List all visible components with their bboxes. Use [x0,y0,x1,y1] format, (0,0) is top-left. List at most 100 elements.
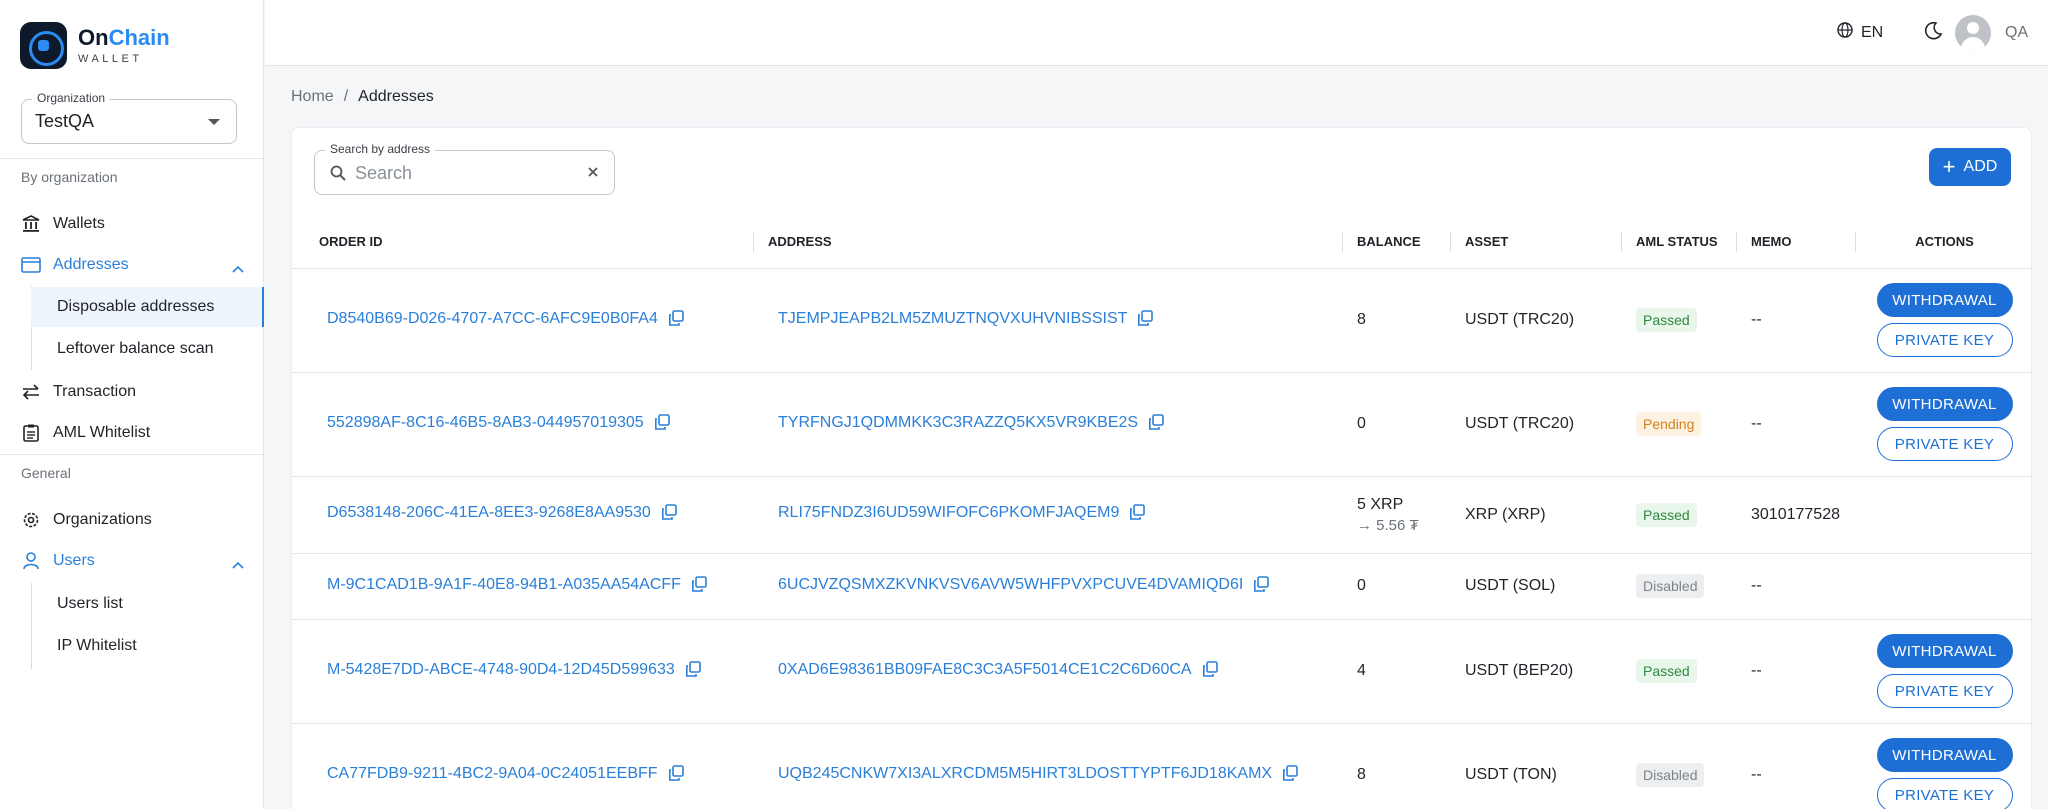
withdrawal-button[interactable]: WITHDRAWAL [1876,738,2013,772]
balance-cell: 5 XRP → 5.56 ₮ [1343,476,1451,554]
address-link[interactable]: TYRFNGJ1QDMMKK3C3RAZZQ5KX5VR9KBE2S [778,414,1138,431]
app-name: OnChain [78,24,170,50]
copy-icon[interactable] [1137,309,1154,331]
sidebar-item-label: AML Whitelist [53,424,151,441]
language-switcher[interactable]: EN [1837,22,1883,43]
column-aml-status[interactable]: AML STATUS [1622,216,1737,269]
sidebar-item-leftover-balance-scan[interactable]: Leftover balance scan [31,329,264,369]
withdrawal-button[interactable]: WITHDRAWAL [1876,283,2013,317]
order-id-link[interactable]: M-9C1CAD1B-9A1F-40E8-94B1-A035AA54ACFF [327,576,681,593]
memo-cell: -- [1737,723,1856,809]
column-order-id[interactable]: ORDER ID [292,216,754,269]
column-address[interactable]: ADDRESS [754,216,1343,269]
organization-value: TestQA [35,111,95,131]
order-id-link[interactable]: D6538148-206C-41EA-8EE3-9268E8AA9530 [327,504,651,521]
plus-icon: + [1942,154,1956,179]
status-badge: Disabled [1636,763,1705,787]
search-field[interactable]: Search by address [314,142,615,195]
organization-select[interactable]: Organization TestQA [21,91,237,144]
aml-status-cell: Pending [1622,372,1737,477]
chevron-up-icon [232,556,244,574]
order-id-link[interactable]: D8540B69-D026-4707-A7CC-6AFC9E0B0FA4 [327,310,658,327]
balance-value: 4 [1357,662,1366,679]
avatar[interactable] [1955,15,1991,51]
sidebar-item-organizations[interactable]: Organizations [0,501,264,539]
sidebar-item-aml-whitelist[interactable]: AML Whitelist [0,414,264,452]
copy-icon[interactable] [691,575,707,597]
balance-cell: 8 [1343,723,1451,809]
sidebar-item-disposable-addresses[interactable]: Disposable addresses [31,287,264,327]
sidebar-item-users-list[interactable]: Users list [31,584,264,624]
column-balance[interactable]: BALANCE [1343,216,1451,269]
order-id-cell: 552898AF-8C16-46B5-8AB3-044957019305 [292,372,754,477]
sidebar-item-transaction[interactable]: Transaction [0,373,264,411]
withdrawal-button[interactable]: WITHDRAWAL [1876,387,2013,421]
copy-icon[interactable] [685,660,701,682]
copy-icon[interactable] [661,504,677,525]
divider [0,158,264,159]
user-name[interactable]: QA [2005,24,2028,42]
private-key-button[interactable]: PRIVATE KEY [1876,674,2013,708]
table-header-row: ORDER ID ADDRESS BALANCE ASSET AML STATU… [292,216,2031,269]
sidebar-item-addresses[interactable]: Addresses [0,246,264,284]
add-button[interactable]: + ADD [1929,148,2011,186]
sidebar-item-ip-whitelist[interactable]: IP Whitelist [31,626,264,666]
copy-icon[interactable] [1202,660,1218,682]
column-memo[interactable]: MEMO [1737,216,1856,269]
private-key-button[interactable]: PRIVATE KEY [1876,323,2013,357]
addresses-table: ORDER ID ADDRESS BALANCE ASSET AML STATU… [292,216,2031,809]
breadcrumb-separator: / [343,88,349,105]
table-row: 552898AF-8C16-46B5-8AB3-044957019305 TYRF… [292,372,2031,477]
private-key-button[interactable]: PRIVATE KEY [1876,427,2013,461]
copy-icon[interactable] [1253,575,1270,597]
address-link[interactable]: UQB245CNKW7XI3ALXRCDM5M5HIRT3LDOSTTYPTF6… [778,765,1272,782]
search-input[interactable] [355,159,575,187]
language-code: EN [1861,23,1884,41]
status-badge: Passed [1636,659,1697,683]
table-row: D6538148-206C-41EA-8EE3-9268E8AA9530 RLI7… [292,476,2031,554]
copy-icon[interactable] [654,413,670,435]
app-logo[interactable]: OnChain WALLET [20,22,170,69]
copy-icon[interactable] [1148,413,1164,435]
actions-cell: WITHDRAWAL PRIVATE KEY [1856,723,2031,809]
copy-icon[interactable] [668,764,684,786]
copy-icon[interactable] [668,309,684,331]
order-id-cell: M-9C1CAD1B-9A1F-40E8-94B1-A035AA54ACFF [292,553,754,620]
order-id-link[interactable]: M-5428E7DD-ABCE-4748-90D4-12D45D599633 [327,661,675,678]
address-link[interactable]: 0XAD6E98361BB09FAE8C3C3A5F5014CE1C2C6D60… [778,661,1192,678]
memo-cell: -- [1737,268,1856,373]
chevron-up-icon [232,260,244,278]
balance-value: 0 [1357,577,1366,594]
asset-cell: XRP (XRP) [1451,476,1622,554]
close-icon[interactable] [586,165,600,184]
copy-icon[interactable] [1129,504,1146,525]
column-asset[interactable]: ASSET [1451,216,1622,269]
addresses-card: Search by address + ADD ORDER ID ADDRESS… [291,127,2032,809]
memo-cell: -- [1737,619,1856,724]
actions-cell: WITHDRAWAL PRIVATE KEY [1856,619,2031,724]
globe-icon [1837,22,1853,43]
asset-cell: USDT (BEP20) [1451,619,1622,724]
breadcrumb-home[interactable]: Home [291,88,334,105]
sidebar-item-label: Organizations [53,511,152,528]
address-link[interactable]: 6UCJVZQSMXZKVNKVSV6AVW5WHFPVXPCUVE4DVAMI… [778,576,1243,593]
sidebar-item-users[interactable]: Users [0,542,264,580]
search-label: Search by address [325,142,436,156]
order-id-link[interactable]: CA77FDB9-9211-4BC2-9A04-0C24051EEBFF [327,765,658,782]
address-link[interactable]: TJEMPJEAPB2LM5ZMUZTNQVXUHVNIBSSIST [778,310,1127,327]
clipboard-list-icon [21,423,41,443]
balance-value: 0 [1357,415,1366,432]
breadcrumb-current: Addresses [358,88,434,105]
topbar: EN QA [265,0,2048,66]
copy-icon[interactable] [1282,764,1298,786]
order-id-link[interactable]: 552898AF-8C16-46B5-8AB3-044957019305 [327,414,644,431]
sidebar-item-label: Users [53,552,95,569]
aml-status-cell: Passed [1622,268,1737,373]
moon-icon[interactable] [1923,21,1943,46]
private-key-button[interactable]: PRIVATE KEY [1876,778,2013,809]
address-link[interactable]: RLI75FNDZ3I6UD59WIFOFC6PKOMFJAQEM9 [778,504,1119,521]
balance-cell: 0 [1343,553,1451,620]
sidebar-item-wallets[interactable]: Wallets [0,205,264,243]
withdrawal-button[interactable]: WITHDRAWAL [1876,634,2013,668]
actions-cell: WITHDRAWAL PRIVATE KEY [1856,268,2031,373]
